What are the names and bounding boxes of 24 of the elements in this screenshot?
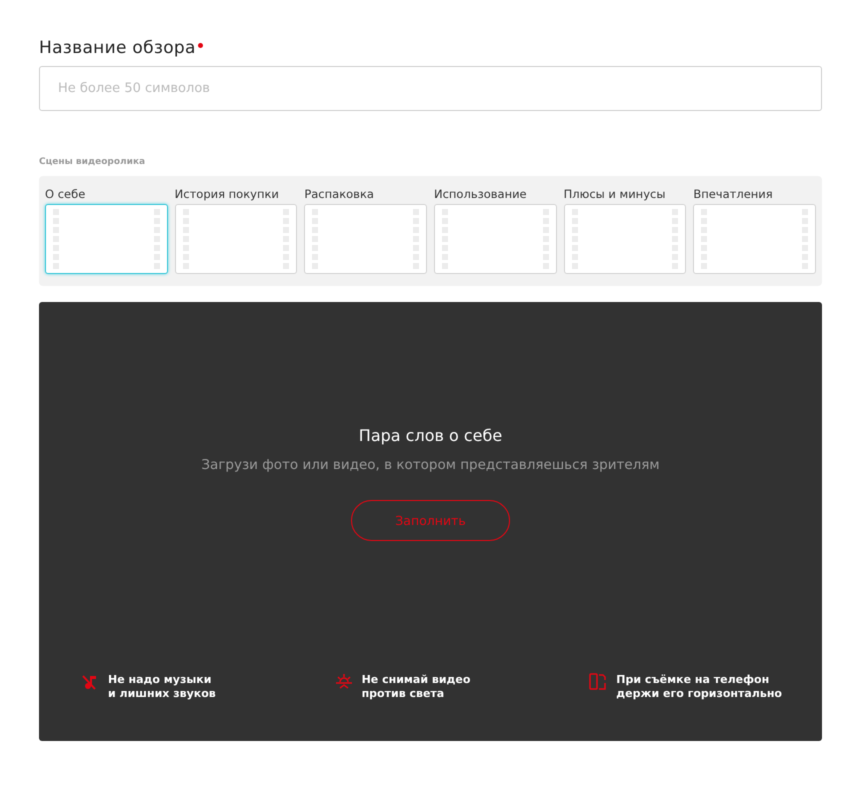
sunrise-icon [334, 673, 353, 691]
scene-thumbnail[interactable] [693, 204, 816, 274]
tip-text: Не надо музыки и лишних звуков [108, 673, 216, 701]
tip-text: При съёмке на телефон держи его горизонтально [616, 673, 782, 701]
scene-thumbnail[interactable] [304, 204, 427, 274]
phone-rotate-icon [589, 673, 608, 691]
scene-thumbnail[interactable] [434, 204, 557, 274]
section-label: Сцены видеоролика [39, 157, 146, 167]
fill-button[interactable]: Заполнить [351, 500, 510, 541]
scene-label: О себе [45, 187, 86, 201]
panel-heading: Пара слов о себе [358, 426, 502, 445]
field-label: Название обзора [39, 38, 196, 58]
scene-label: История покупки [174, 187, 280, 201]
muted-note-icon [81, 673, 99, 691]
title-input-field[interactable]: Не более 50 символов [39, 66, 822, 111]
scene-thumbnail[interactable] [45, 204, 168, 274]
panel-description: Загрузи фото или видео, в котором представляешься зрителям [201, 457, 660, 473]
scene-label: Распаковка [304, 187, 375, 201]
scene-label: Использование [434, 187, 528, 201]
tip-text: Не снимай видео против света [362, 673, 470, 701]
scene-thumbnail[interactable] [564, 204, 686, 274]
scene-thumbnail[interactable] [174, 204, 298, 274]
scene-label: Плюсы и минусы [564, 187, 666, 201]
scene-label: Впечатления [693, 187, 774, 201]
